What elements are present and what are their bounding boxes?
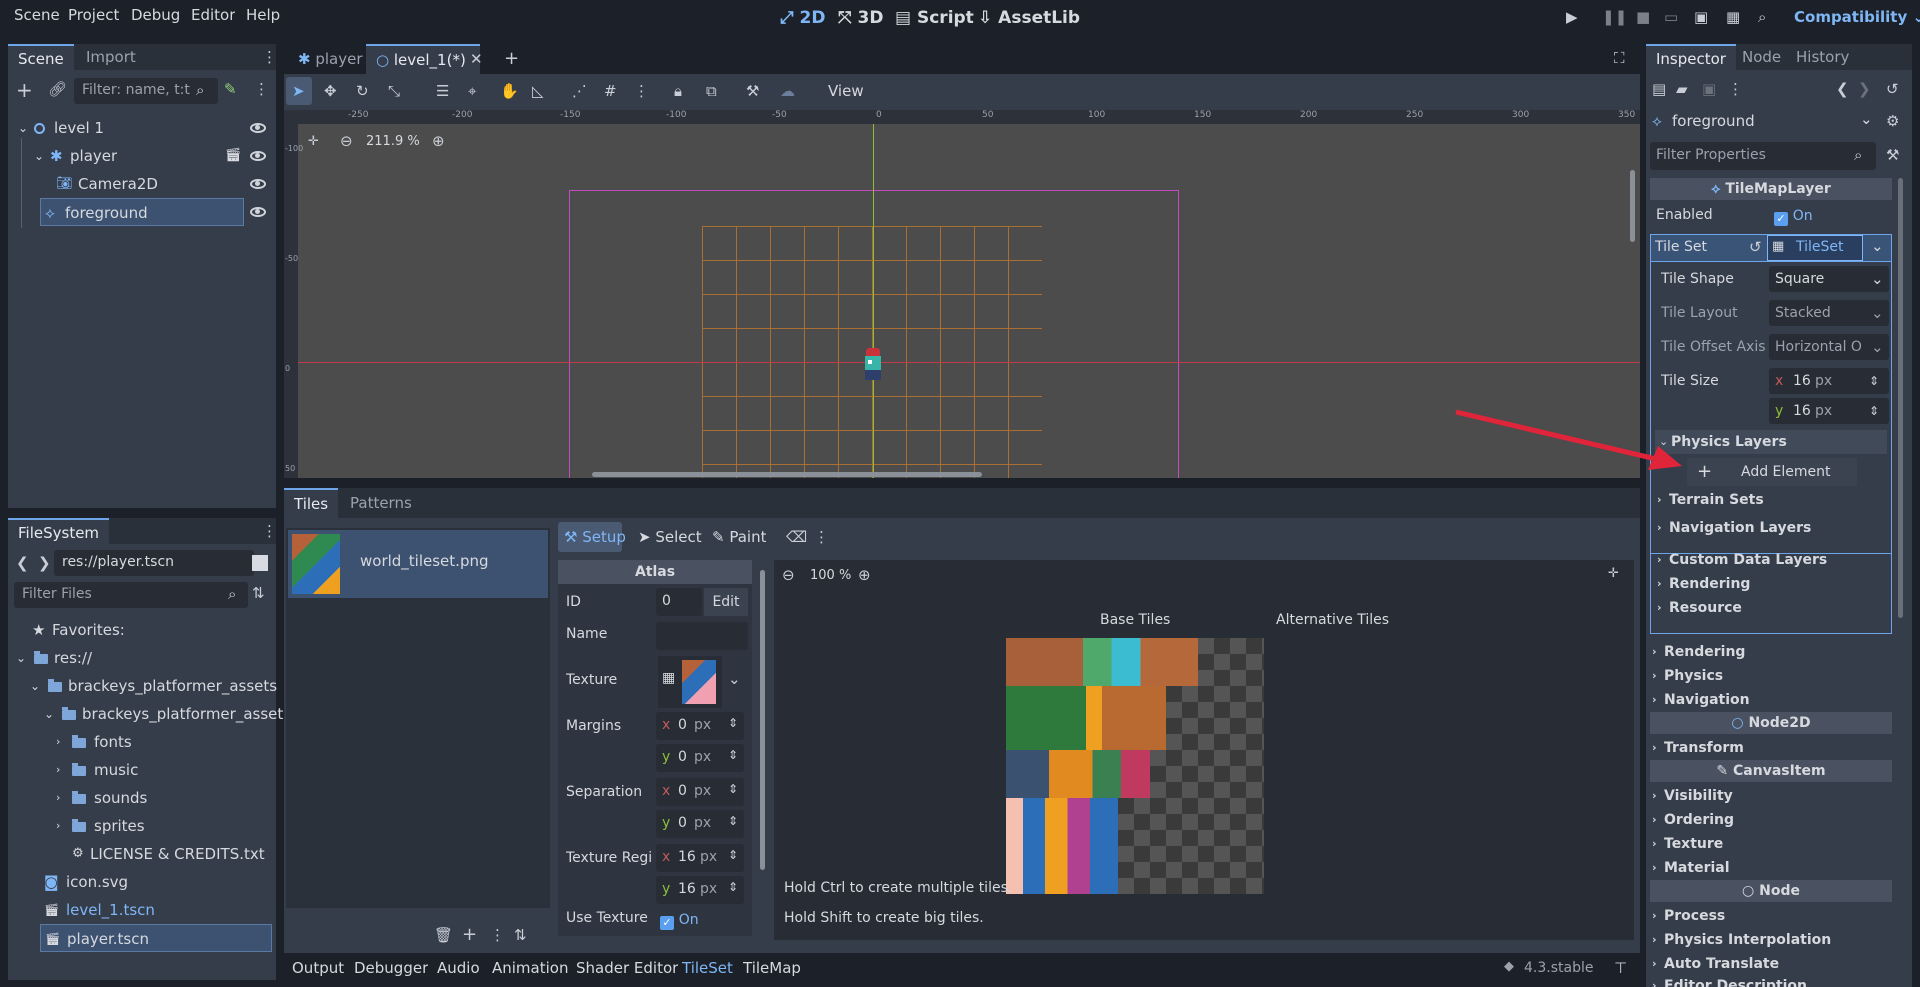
annotation-arrow-line [1455,409,1661,463]
annotation-arrow-head [1648,446,1682,470]
annotation-arrow [1455,409,1682,470]
